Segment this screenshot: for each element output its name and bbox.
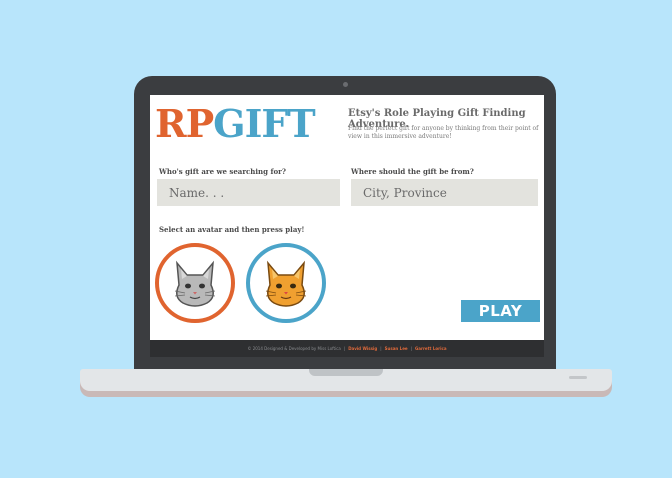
footer-separator: | — [410, 346, 412, 351]
footer-separator: | — [380, 346, 382, 351]
where-label: Where should the gift be from? — [351, 167, 474, 176]
laptop-notch — [309, 369, 383, 376]
footer-credit-link[interactable]: David Wissig — [348, 346, 377, 351]
who-label: Who's gift are we searching for? — [159, 167, 286, 176]
tagline-description: Find the perfect gift for anyone by thin… — [348, 125, 539, 140]
app-screen: RPGIFT Etsy's Role Playing Gift Finding … — [150, 95, 544, 357]
location-input[interactable] — [351, 179, 538, 206]
gray-cat-face-icon — [174, 260, 216, 307]
laptop-indicator — [569, 376, 587, 379]
orange-cat-face-icon — [265, 260, 307, 307]
footer-separator: | — [343, 346, 346, 351]
logo-gift: GIFT — [213, 101, 315, 146]
play-button[interactable]: PLAY — [461, 300, 540, 322]
rpgift-logo[interactable]: RPGIFT — [155, 99, 316, 149]
name-input[interactable] — [157, 179, 340, 206]
webcam — [343, 82, 348, 87]
avatar-prompt: Select an avatar and then press play! — [159, 225, 305, 234]
footer-credit-link[interactable]: Susan Lee — [385, 346, 408, 351]
avatar-orange-cat[interactable] — [246, 243, 326, 323]
logo-rp: RP — [155, 101, 214, 146]
avatar-gray-cat[interactable] — [155, 243, 235, 323]
footer-copyright: © 2014 Designed & Developed by Miss Loft… — [247, 346, 341, 351]
footer-credit-link[interactable]: Garrett Lorica — [415, 346, 447, 351]
footer-bar: © 2014 Designed & Developed by Miss Loft… — [150, 340, 544, 357]
